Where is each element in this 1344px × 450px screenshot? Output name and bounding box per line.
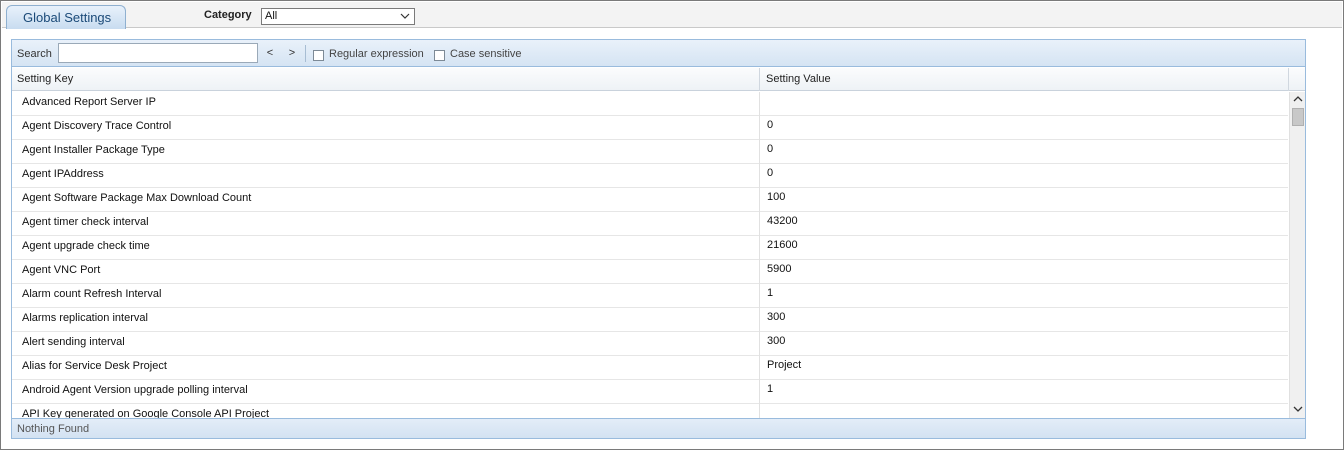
table-row[interactable]: Advanced Report Server IP bbox=[12, 92, 1288, 116]
setting-value-cell[interactable]: 1 bbox=[761, 284, 1288, 308]
case-sensitive-checkbox[interactable] bbox=[434, 50, 445, 61]
setting-value-cell[interactable]: 300 bbox=[761, 332, 1288, 356]
setting-value-cell[interactable]: 0 bbox=[761, 164, 1288, 188]
chevron-up-icon[interactable] bbox=[1290, 94, 1306, 106]
column-header-setting-key[interactable]: Setting Key bbox=[12, 68, 760, 91]
table-row[interactable]: Android Agent Version upgrade polling in… bbox=[12, 380, 1288, 404]
table-row[interactable]: API Key generated on Google Console API … bbox=[12, 404, 1288, 418]
category-label: Category bbox=[204, 9, 252, 21]
table-row[interactable]: Agent upgrade check time 21600 bbox=[12, 236, 1288, 260]
chevron-down-icon bbox=[400, 9, 410, 28]
toolbar-divider bbox=[305, 45, 306, 62]
setting-key-cell: Alarms replication interval bbox=[12, 308, 760, 332]
setting-key-cell: Android Agent Version upgrade polling in… bbox=[12, 380, 760, 404]
table-row[interactable]: Agent VNC Port 5900 bbox=[12, 260, 1288, 284]
category-select[interactable]: All bbox=[261, 8, 415, 25]
settings-table-body: Advanced Report Server IP Agent Discovery… bbox=[12, 92, 1288, 418]
setting-value-cell[interactable]: 100 bbox=[761, 188, 1288, 212]
setting-key-cell: API Key generated on Google Console API … bbox=[12, 404, 760, 418]
vertical-scrollbar[interactable] bbox=[1289, 92, 1305, 418]
status-text: Nothing Found bbox=[17, 423, 90, 435]
setting-value-cell[interactable]: 0 bbox=[761, 116, 1288, 140]
tab-global-settings[interactable]: Global Settings bbox=[6, 5, 126, 29]
table-row[interactable]: Agent Discovery Trace Control 0 bbox=[12, 116, 1288, 140]
setting-value-cell[interactable]: 5900 bbox=[761, 260, 1288, 284]
setting-key-cell: Advanced Report Server IP bbox=[12, 92, 760, 116]
table-header: Setting Key Setting Value bbox=[12, 68, 1305, 91]
table-row[interactable]: Alarm count Refresh Interval 1 bbox=[12, 284, 1288, 308]
setting-key-cell: Agent Installer Package Type bbox=[12, 140, 760, 164]
setting-key-cell: Agent upgrade check time bbox=[12, 236, 760, 260]
case-sensitive-label: Case sensitive bbox=[450, 48, 522, 60]
setting-key-cell: Alert sending interval bbox=[12, 332, 760, 356]
table-row[interactable]: Agent Software Package Max Download Coun… bbox=[12, 188, 1288, 212]
search-toolbar: Search < > Regular expression Case sensi… bbox=[12, 40, 1305, 67]
setting-key-cell: Alarm count Refresh Interval bbox=[12, 284, 760, 308]
setting-value-cell[interactable] bbox=[761, 92, 1288, 116]
search-input[interactable] bbox=[58, 43, 258, 63]
setting-value-cell[interactable] bbox=[761, 404, 1288, 418]
setting-key-cell: Agent VNC Port bbox=[12, 260, 760, 284]
setting-key-cell: Agent IPAddress bbox=[12, 164, 760, 188]
search-label: Search bbox=[17, 48, 52, 60]
setting-key-cell: Alias for Service Desk Project bbox=[12, 356, 760, 380]
table-row[interactable]: Agent Installer Package Type 0 bbox=[12, 140, 1288, 164]
previous-match-button[interactable]: < bbox=[264, 47, 276, 59]
table-row[interactable]: Alias for Service Desk Project Project bbox=[12, 356, 1288, 380]
setting-key-cell: Agent timer check interval bbox=[12, 212, 760, 236]
setting-value-cell[interactable]: Project bbox=[761, 356, 1288, 380]
setting-value-cell[interactable]: 1 bbox=[761, 380, 1288, 404]
table-row[interactable]: Alarms replication interval 300 bbox=[12, 308, 1288, 332]
status-bar: Nothing Found bbox=[12, 418, 1305, 438]
setting-value-cell[interactable]: 300 bbox=[761, 308, 1288, 332]
chevron-down-icon[interactable] bbox=[1290, 404, 1306, 416]
next-match-button[interactable]: > bbox=[286, 47, 298, 59]
global-settings-window: Global Settings Category All Search < > … bbox=[0, 0, 1344, 450]
column-header-setting-value[interactable]: Setting Value bbox=[761, 68, 1289, 91]
regular-expression-label: Regular expression bbox=[329, 48, 424, 60]
regular-expression-checkbox[interactable] bbox=[313, 50, 324, 61]
table-row[interactable]: Alert sending interval 300 bbox=[12, 332, 1288, 356]
top-bar: Global Settings Category All bbox=[2, 2, 1342, 29]
setting-value-cell[interactable]: 21600 bbox=[761, 236, 1288, 260]
table-row[interactable]: Agent IPAddress 0 bbox=[12, 164, 1288, 188]
setting-value-cell[interactable]: 43200 bbox=[761, 212, 1288, 236]
table-row[interactable]: Agent timer check interval 43200 bbox=[12, 212, 1288, 236]
category-selected-value: All bbox=[265, 10, 278, 22]
setting-key-cell: Agent Discovery Trace Control bbox=[12, 116, 760, 140]
settings-panel: Search < > Regular expression Case sensi… bbox=[11, 39, 1306, 439]
scrollbar-thumb[interactable] bbox=[1292, 108, 1304, 126]
setting-value-cell[interactable]: 0 bbox=[761, 140, 1288, 164]
setting-key-cell: Agent Software Package Max Download Coun… bbox=[12, 188, 760, 212]
